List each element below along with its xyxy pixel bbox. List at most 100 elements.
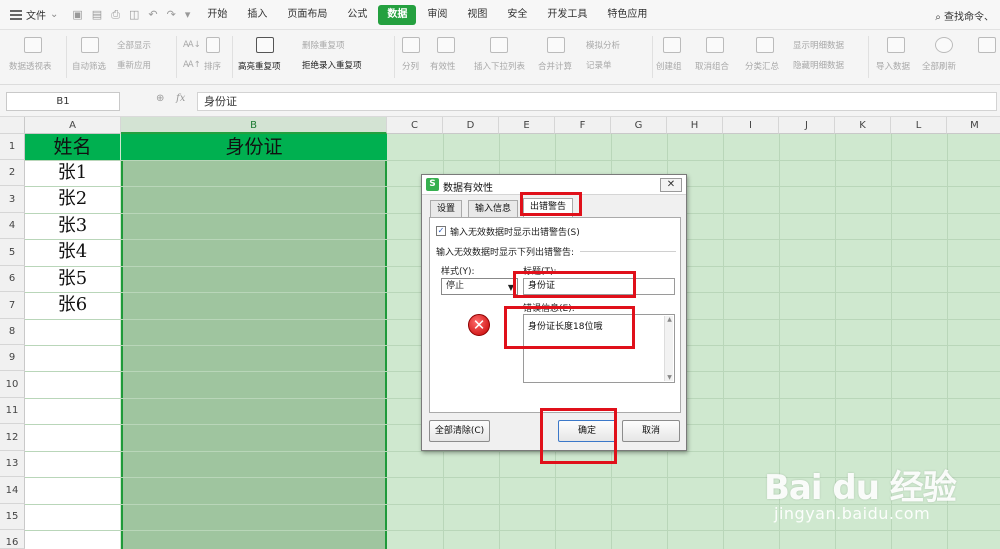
style-select[interactable]: 停止 ▼ [441, 278, 518, 295]
hide-detail-button[interactable]: 隐藏明细数据 [793, 59, 844, 71]
search-command[interactable]: ⌕ 查找命令、 [935, 8, 994, 23]
subtotal-button[interactable]: 分类汇总 [745, 60, 779, 72]
tab-developer[interactable]: 开发工具 [538, 5, 596, 25]
import-data-button[interactable]: 导入数据 [876, 60, 910, 72]
name-cell[interactable]: 张4 [25, 239, 120, 265]
row-header-15[interactable]: 15 [0, 504, 25, 530]
name-cell[interactable]: 张2 [25, 186, 120, 212]
row-header-7[interactable]: 7 [0, 292, 25, 319]
sort-desc-icon[interactable]: Ꜳ↑ [183, 60, 201, 70]
function-icon[interactable]: fx [176, 93, 185, 104]
row-header-2[interactable]: 2 [0, 160, 25, 186]
tab-review[interactable]: 审阅 [418, 5, 456, 25]
autofilter-button[interactable]: 自动筛选 [72, 60, 106, 72]
record-form-button[interactable]: 记录单 [586, 59, 612, 71]
reject-duplicates-button[interactable]: 拒绝录入重复项 [302, 59, 362, 71]
insert-dropdown-button[interactable]: 插入下拉列表 [474, 60, 525, 72]
cell-b1-header[interactable]: 身份证 [121, 134, 387, 160]
reapply-button[interactable]: 重新应用 [117, 59, 151, 71]
tab-insert[interactable]: 插入 [238, 5, 276, 25]
row-header-3[interactable]: 3 [0, 186, 25, 213]
tab-home[interactable]: 开始 [198, 5, 236, 25]
clear-all-button[interactable]: 全部清除(C) [429, 420, 490, 442]
name-cell[interactable]: 张1 [25, 160, 120, 186]
column-header-l[interactable]: L [891, 117, 947, 134]
consolidate-button[interactable]: 合并计算 [538, 60, 572, 72]
tab-data[interactable]: 数据 [378, 4, 417, 25]
customize-icon[interactable]: ▾ [185, 8, 191, 22]
row-header-9[interactable]: 9 [0, 345, 25, 371]
name-cell[interactable]: 张3 [25, 213, 120, 239]
column-header-f[interactable]: F [555, 117, 611, 134]
highlight-duplicates-button[interactable]: 高亮重复项 [238, 60, 281, 72]
row-header-16[interactable]: 16 [0, 530, 25, 549]
row-header-13[interactable]: 13 [0, 451, 25, 477]
column-header-k[interactable]: K [835, 117, 891, 134]
print-icon[interactable]: ⎙ [111, 8, 120, 22]
cancel-button[interactable]: 取消 [622, 420, 680, 442]
row-header-12[interactable]: 12 [0, 424, 25, 451]
open-icon[interactable]: ▤ [92, 8, 102, 22]
scrollbar[interactable]: ▲ ▼ [664, 316, 673, 381]
column-header-j[interactable]: J [779, 117, 835, 134]
name-box[interactable]: B1 [6, 92, 120, 111]
sort-icon [206, 37, 220, 53]
tab-features[interactable]: 特色应用 [598, 5, 656, 25]
sort-button[interactable]: 排序 [204, 60, 221, 72]
column-header-c[interactable]: C [387, 117, 443, 134]
select-all-corner[interactable] [0, 117, 25, 134]
column-header-d[interactable]: D [443, 117, 499, 134]
row-header-14[interactable]: 14 [0, 477, 25, 504]
tab-formulas[interactable]: 公式 [338, 5, 376, 25]
name-cell[interactable]: 张6 [25, 292, 120, 318]
tab-security[interactable]: 安全 [498, 5, 536, 25]
show-detail-button[interactable]: 显示明细数据 [793, 39, 844, 51]
redo-icon[interactable]: ↷ [167, 8, 176, 22]
pivot-table-button[interactable]: 数据透视表 [9, 60, 52, 72]
show-error-label[interactable]: 输入无效数据时显示出错警告(S) [450, 225, 580, 238]
tab-page-layout[interactable]: 页面布局 [278, 5, 336, 25]
row-header-4[interactable]: 4 [0, 213, 25, 239]
column-header-m[interactable]: M [947, 117, 1000, 134]
row-header-10[interactable]: 10 [0, 371, 25, 398]
row-header-6[interactable]: 6 [0, 266, 25, 292]
show-error-checkbox[interactable]: ✓ [436, 226, 446, 236]
annotation-box-ok [540, 408, 617, 464]
row-header-5[interactable]: 5 [0, 239, 25, 266]
zoom-icon[interactable]: ⊕ [156, 93, 164, 104]
row-header-1[interactable]: 1 [0, 134, 25, 160]
column-header-b[interactable]: B [121, 117, 387, 134]
tab-settings[interactable]: 设置 [430, 200, 463, 218]
more-icon[interactable] [978, 37, 996, 53]
show-all-button[interactable]: 全部显示 [117, 39, 151, 51]
formula-input[interactable]: 身份证 [197, 92, 997, 111]
column-header-e[interactable]: E [499, 117, 555, 134]
row-header-11[interactable]: 11 [0, 398, 25, 424]
column-b-selection[interactable] [121, 134, 387, 549]
column-header-a[interactable]: A [25, 117, 121, 134]
undo-icon[interactable]: ↶ [148, 8, 157, 22]
validity-button[interactable]: 有效性 [430, 60, 456, 72]
column-header-g[interactable]: G [611, 117, 667, 134]
tab-view[interactable]: 视图 [458, 5, 496, 25]
cell-a1-header[interactable]: 姓名 [25, 134, 120, 160]
delete-duplicates-button[interactable]: 删除重复项 [302, 39, 345, 51]
ungroup-button[interactable]: 取消组合 [695, 60, 729, 72]
split-column-button[interactable]: 分列 [402, 60, 419, 72]
style-select-value: 停止 [446, 281, 465, 291]
row-header-8[interactable]: 8 [0, 319, 25, 345]
close-icon[interactable]: ✕ [660, 178, 682, 192]
refresh-all-button[interactable]: 全部刷新 [922, 60, 956, 72]
save-icon[interactable]: ▣ [72, 8, 82, 22]
file-menu[interactable]: 文件 ⌄ [0, 0, 64, 30]
name-cell[interactable]: 张5 [25, 266, 120, 292]
scroll-down-icon[interactable]: ▼ [665, 374, 674, 381]
column-header-h[interactable]: H [667, 117, 723, 134]
column-header-i[interactable]: I [723, 117, 779, 134]
simulate-button[interactable]: 模拟分析 [586, 39, 620, 51]
tab-input-message[interactable]: 输入信息 [468, 200, 519, 218]
scroll-up-icon[interactable]: ▲ [665, 316, 674, 323]
create-group-button[interactable]: 创建组 [656, 60, 682, 72]
preview-icon[interactable]: ◫ [129, 8, 139, 22]
sort-asc-icon[interactable]: Ꜳ↓ [183, 40, 201, 50]
